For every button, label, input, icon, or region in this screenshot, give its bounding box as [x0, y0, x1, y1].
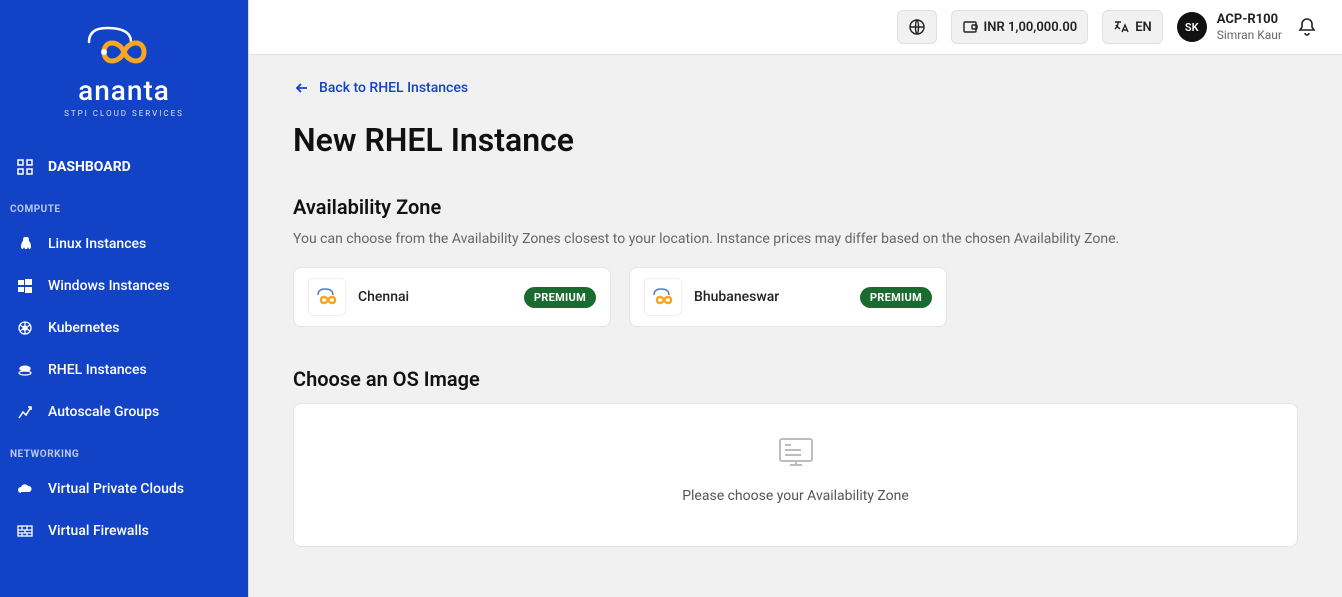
- monitor-icon: [776, 436, 816, 470]
- sidebar-item-label: Virtual Private Clouds: [48, 481, 184, 497]
- sidebar-item-label: Linux Instances: [48, 236, 146, 252]
- windows-icon: [16, 277, 34, 295]
- sidebar-item-label: RHEL Instances: [48, 362, 147, 378]
- zone-name: Chennai: [358, 289, 512, 305]
- brand-name: ananta: [78, 74, 170, 107]
- account-name: ACP-R100: [1217, 12, 1282, 28]
- balance-button[interactable]: INR 1,00,000.00: [951, 10, 1089, 44]
- topbar: INR 1,00,000.00 EN SK ACP-R100 Simran Ka…: [249, 0, 1342, 55]
- dashboard-icon: [16, 158, 34, 176]
- os-section-title: Choose an OS Image: [293, 367, 1298, 391]
- os-image-panel: Please choose your Availability Zone: [293, 403, 1298, 547]
- globe-icon: [908, 18, 926, 36]
- brand-tagline: STPI CLOUD SERVICES: [64, 109, 184, 118]
- sidebar-item-kubernetes[interactable]: Kubernetes: [0, 307, 248, 349]
- autoscale-icon: [16, 403, 34, 421]
- linux-icon: [16, 235, 34, 253]
- notifications-button[interactable]: [1296, 16, 1318, 38]
- globe-button[interactable]: [897, 10, 937, 44]
- az-section-desc: You can choose from the Availability Zon…: [293, 231, 1298, 247]
- language-text: EN: [1135, 20, 1152, 35]
- sidebar-item-label: Autoscale Groups: [48, 404, 159, 420]
- zone-name: Bhubaneswar: [694, 289, 848, 305]
- sidebar-item-linux[interactable]: Linux Instances: [0, 223, 248, 265]
- content: Back to RHEL Instances New RHEL Instance…: [249, 55, 1342, 597]
- back-link[interactable]: Back to RHEL Instances: [293, 79, 468, 97]
- os-placeholder-text: Please choose your Availability Zone: [682, 488, 909, 504]
- language-button[interactable]: EN: [1102, 10, 1163, 44]
- wallet-icon: [962, 19, 978, 35]
- arrow-left-icon: [293, 79, 311, 97]
- sidebar-item-firewalls[interactable]: Virtual Firewalls: [0, 510, 248, 552]
- sidebar-section-networking: NETWORKING: [0, 433, 248, 468]
- translate-icon: [1113, 19, 1129, 35]
- infinity-cloud-icon: [69, 20, 179, 70]
- premium-badge: PREMIUM: [860, 287, 932, 308]
- cloud-icon: [16, 480, 34, 498]
- sidebar-nav: DASHBOARD COMPUTE Linux Instances Window…: [0, 146, 248, 597]
- sidebar-item-autoscale[interactable]: Autoscale Groups: [0, 391, 248, 433]
- sidebar-item-label: Kubernetes: [48, 320, 119, 336]
- sidebar-item-windows[interactable]: Windows Instances: [0, 265, 248, 307]
- user-menu[interactable]: SK ACP-R100 Simran Kaur: [1177, 12, 1282, 42]
- sidebar-item-dashboard[interactable]: DASHBOARD: [0, 146, 248, 188]
- sidebar-item-label: Virtual Firewalls: [48, 523, 149, 539]
- page-title: New RHEL Instance: [293, 121, 1298, 159]
- sidebar: ananta STPI CLOUD SERVICES DASHBOARD COM…: [0, 0, 248, 597]
- sidebar-item-label: DASHBOARD: [48, 159, 131, 175]
- sidebar-section-compute: COMPUTE: [0, 188, 248, 223]
- bell-icon: [1296, 16, 1318, 38]
- rhel-icon: [16, 361, 34, 379]
- zone-row: Chennai PREMIUM Bhubaneswar PREMIUM: [293, 267, 1298, 327]
- zone-logo-icon: [644, 278, 682, 316]
- az-section-title: Availability Zone: [293, 195, 1298, 219]
- sidebar-item-label: Windows Instances: [48, 278, 170, 294]
- brand-logo[interactable]: ananta STPI CLOUD SERVICES: [0, 0, 248, 128]
- sidebar-item-rhel[interactable]: RHEL Instances: [0, 349, 248, 391]
- zone-logo-icon: [308, 278, 346, 316]
- firewall-icon: [16, 522, 34, 540]
- kubernetes-icon: [16, 319, 34, 337]
- zone-card-bhubaneswar[interactable]: Bhubaneswar PREMIUM: [629, 267, 947, 327]
- avatar: SK: [1177, 12, 1207, 42]
- sidebar-item-vpc[interactable]: Virtual Private Clouds: [0, 468, 248, 510]
- user-text: ACP-R100 Simran Kaur: [1217, 12, 1282, 42]
- balance-text: INR 1,00,000.00: [984, 20, 1078, 35]
- zone-card-chennai[interactable]: Chennai PREMIUM: [293, 267, 611, 327]
- user-name: Simran Kaur: [1217, 28, 1282, 42]
- premium-badge: PREMIUM: [524, 287, 596, 308]
- main-area: INR 1,00,000.00 EN SK ACP-R100 Simran Ka…: [248, 0, 1342, 597]
- back-link-text: Back to RHEL Instances: [319, 80, 468, 96]
